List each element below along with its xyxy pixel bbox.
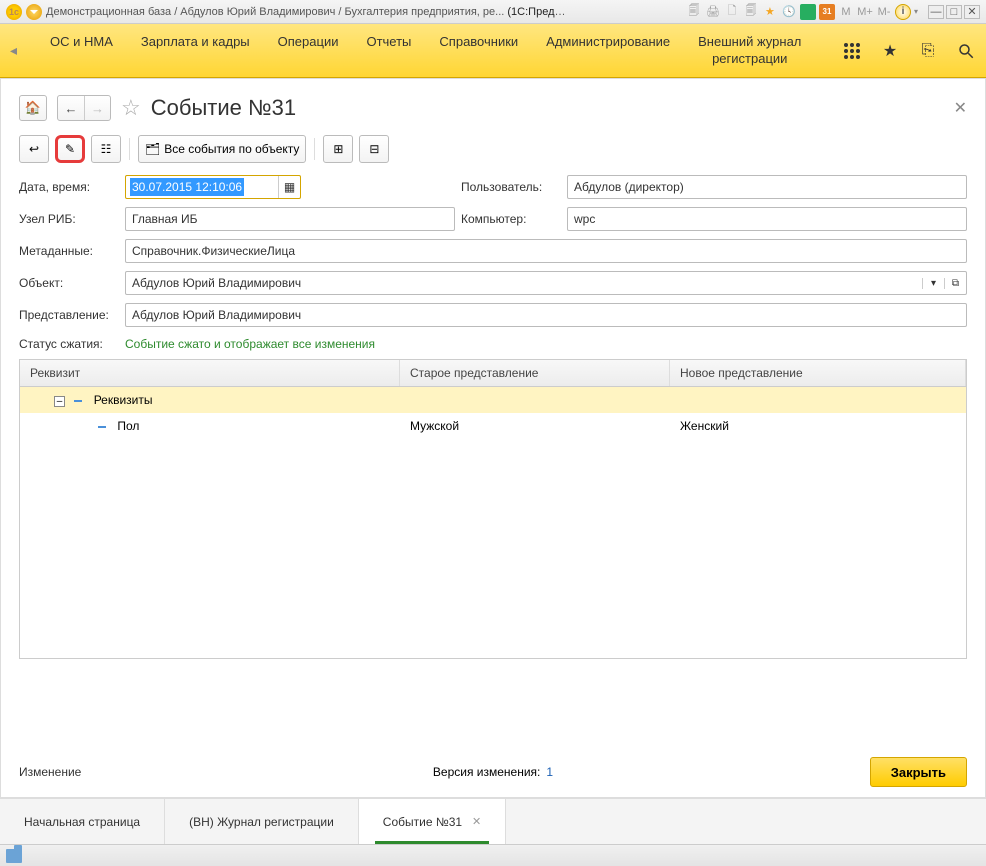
date-value: 30.07.2015 12:10:06 — [130, 178, 244, 196]
page-toolbar: ↩ ✎ ☷ 🗂 Все события по объекту ⊞ ⊟ — [19, 135, 967, 163]
statusbar-windows-icon[interactable] — [6, 849, 22, 863]
table-row[interactable]: Пол Мужской Женский — [20, 413, 966, 439]
bottom-tabs: Начальная страница (ВН) Журнал регистрац… — [0, 798, 986, 844]
nav-back-forward[interactable]: ← → — [57, 95, 111, 121]
search-icon[interactable] — [956, 41, 976, 61]
nav-item-os-nma[interactable]: ОС и НМА — [50, 34, 113, 68]
object-field[interactable]: Абдулов Юрий Владимирович ▾ ⧉ — [125, 271, 967, 295]
page-footer: Изменение Версия изменения: 1 Закрыть — [19, 757, 967, 787]
clipboard-icon[interactable]: ⎘ — [918, 41, 938, 61]
favorites-star-icon[interactable]: ★ — [880, 41, 900, 61]
col-new[interactable]: Новое представление — [670, 360, 966, 386]
changes-table: Реквизит Старое представление Новое пред… — [19, 359, 967, 659]
calculator-icon[interactable] — [800, 4, 816, 20]
nav-item-operations[interactable]: Операции — [278, 34, 339, 68]
home-button[interactable]: 🏠 — [19, 95, 47, 121]
tab-home[interactable]: Начальная страница — [0, 799, 165, 844]
tree-bullet-icon — [74, 400, 82, 402]
calendar-picker-icon[interactable]: ▦ — [278, 176, 300, 198]
toolbar-collapse-button[interactable]: ⊟ — [359, 135, 389, 163]
toolbar-all-events-button[interactable]: 🗂 Все события по объекту — [138, 135, 306, 163]
date-field[interactable]: 30.07.2015 12:10:06 ▦ — [125, 175, 301, 199]
nav-forward-button[interactable]: → — [84, 96, 110, 120]
close-button[interactable]: Закрыть — [870, 757, 967, 787]
toolbar-edit-button[interactable]: ✎ — [55, 135, 85, 163]
toolbar-list-button[interactable]: ☷ — [91, 135, 121, 163]
nav-back-button[interactable]: ← — [58, 96, 84, 120]
user-field[interactable]: Абдулов (директор) — [567, 175, 967, 199]
main-navbar: ◂ ОС и НМА Зарплата и кадры Операции Отч… — [0, 24, 986, 78]
history-icon[interactable]: 🕓 — [781, 4, 797, 20]
calendar-icon[interactable]: 31 — [819, 4, 835, 20]
page-favorite-icon[interactable]: ☆ — [121, 95, 141, 121]
window-minimize-button[interactable]: — — [928, 5, 944, 19]
titlebar-toolbar: 🗐 🖨 🗋 🗐 ★ 🕓 31 M M+ M- i ▾ — [686, 4, 918, 20]
version-link[interactable]: 1 — [546, 765, 553, 779]
page-title: Событие №31 — [151, 95, 296, 121]
label-object: Объект: — [19, 276, 119, 290]
representation-field[interactable]: Абдулов Юрий Владимирович — [125, 303, 967, 327]
memory-mminus-icon[interactable]: M- — [876, 4, 892, 20]
nav-item-external-journal[interactable]: Внешний журнал регистрации — [698, 34, 801, 68]
table-group-row[interactable]: – Реквизиты — [20, 387, 966, 413]
app-logo-icon: 1c — [6, 4, 22, 20]
stack-icon: 🗂 — [145, 142, 160, 156]
label-representation: Представление: — [19, 308, 119, 322]
table-header: Реквизит Старое представление Новое пред… — [20, 360, 966, 387]
tab-event[interactable]: Событие №31 ✕ — [359, 799, 506, 844]
nav-item-admin[interactable]: Администрирование — [546, 34, 670, 68]
label-compress: Статус сжатия: — [19, 337, 119, 351]
main-content: 🏠 ← → ☆ Событие №31 ✕ ↩ ✎ ☷ 🗂 Все событи… — [0, 78, 986, 798]
label-computer: Компьютер: — [461, 212, 561, 226]
apps-grid-icon[interactable] — [842, 41, 862, 61]
document-icon[interactable]: 🗋 — [724, 4, 740, 20]
status-bar — [0, 844, 986, 866]
favorite-star-icon[interactable]: ★ — [762, 4, 778, 20]
toolbar-expand-button[interactable]: ⊞ — [323, 135, 353, 163]
nav-item-catalogs[interactable]: Справочники — [439, 34, 518, 68]
toolbar-refresh-button[interactable]: ↩ — [19, 135, 49, 163]
nav-item-reports[interactable]: Отчеты — [366, 34, 411, 68]
computer-field[interactable]: wpc — [567, 207, 967, 231]
col-requisite[interactable]: Реквизит — [20, 360, 400, 386]
window-maximize-button[interactable]: □ — [946, 5, 962, 19]
label-node: Узел РИБ: — [19, 212, 119, 226]
metadata-field[interactable]: Справочник.ФизическиеЛица — [125, 239, 967, 263]
window-title: Демонстрационная база / Абдулов Юрий Вла… — [46, 6, 566, 18]
label-metadata: Метаданные: — [19, 244, 119, 258]
print-icon[interactable]: 🖨 — [705, 4, 721, 20]
nav-scroll-left[interactable]: ◂ — [10, 42, 22, 59]
object-dropdown-button[interactable]: ▾ — [922, 278, 944, 289]
memory-m-icon[interactable]: M — [838, 4, 854, 20]
memory-mplus-icon[interactable]: M+ — [857, 4, 873, 20]
print-preview-icon[interactable]: 🗐 — [686, 4, 702, 20]
tree-collapse-icon[interactable]: – — [54, 396, 65, 407]
tab-journal[interactable]: (ВН) Журнал регистрации — [165, 799, 359, 844]
app-menu-dropdown[interactable] — [26, 4, 42, 20]
compress-status: Событие сжато и отображает все изменения — [125, 335, 967, 353]
tree-bullet-icon — [98, 426, 106, 428]
nav-item-salary[interactable]: Зарплата и кадры — [141, 34, 250, 68]
page-close-button[interactable]: ✕ — [954, 98, 967, 118]
window-titlebar: 1c Демонстрационная база / Абдулов Юрий … — [0, 0, 986, 24]
copy-icon[interactable]: 🗐 — [743, 4, 759, 20]
tab-close-icon[interactable]: ✕ — [472, 815, 481, 828]
window-close-button[interactable]: ✕ — [964, 5, 980, 19]
col-old[interactable]: Старое представление — [400, 360, 670, 386]
label-user: Пользователь: — [461, 180, 561, 194]
info-icon[interactable]: i — [895, 4, 911, 20]
label-date: Дата, время: — [19, 180, 119, 194]
version-label: Версия изменения: — [433, 765, 540, 779]
object-open-button[interactable]: ⧉ — [944, 278, 966, 289]
node-field[interactable]: Главная ИБ — [125, 207, 455, 231]
change-label: Изменение — [19, 765, 81, 779]
